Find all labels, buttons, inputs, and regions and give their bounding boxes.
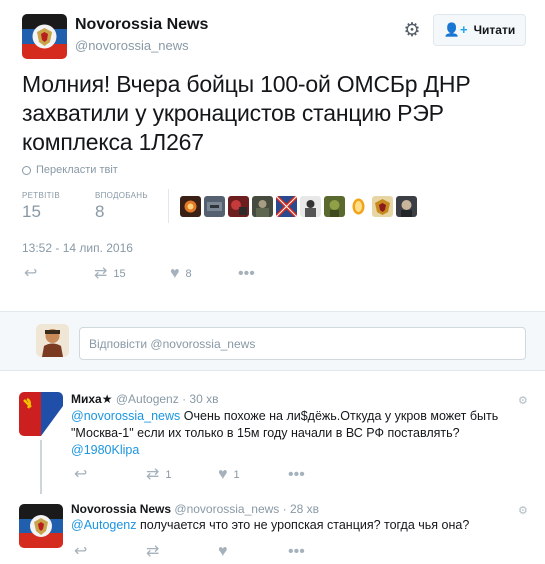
reply-header: Миха★ @Autogenz · 30 хв: [71, 392, 219, 406]
current-user-avatar[interactable]: [36, 324, 69, 357]
retweet-count: 1: [165, 469, 172, 481]
main-tweet: Novorossia News @novorossia_news ⚙ 👤+ Чи…: [0, 0, 545, 310]
reply-author-name[interactable]: Миха★: [71, 392, 112, 406]
thread-line: [40, 440, 42, 494]
like-action[interactable]: ♥: [218, 544, 228, 560]
reply-action[interactable]: ↩: [24, 266, 37, 282]
heart-icon: ♥: [218, 543, 228, 560]
like-action[interactable]: ♥ 1: [218, 467, 240, 483]
add-user-icon: 👤+: [443, 22, 468, 37]
reply-author-handle[interactable]: @novorossia_news: [174, 502, 279, 516]
reply-time[interactable]: 30 хв: [189, 392, 218, 406]
reply-icon: ↩: [74, 543, 88, 560]
liker-avatar[interactable]: [372, 196, 393, 217]
more-action[interactable]: •••: [288, 467, 305, 483]
reply-time[interactable]: 28 хв: [290, 502, 319, 516]
reply-mention[interactable]: @novorossia_news: [71, 409, 180, 423]
translate-link[interactable]: Перекласти твіт: [22, 164, 118, 176]
heart-icon: ♥: [170, 265, 180, 282]
globe-icon: [22, 165, 31, 175]
liker-avatar[interactable]: [180, 196, 201, 217]
liker-avatar[interactable]: [348, 196, 369, 217]
reply-icon: ↩: [74, 466, 88, 483]
likes-label: ВПОДОБАНЬ: [95, 191, 148, 200]
liker-avatar[interactable]: [228, 196, 249, 217]
like-count: 1: [233, 469, 240, 481]
reply-author-avatar[interactable]: [19, 504, 63, 548]
translate-label: Перекласти твіт: [36, 164, 118, 176]
retweet-action[interactable]: ⇄ 15: [94, 266, 126, 282]
retweet-count: 15: [113, 268, 126, 280]
retweet-icon: ⇄: [146, 466, 160, 483]
like-count: 8: [185, 268, 192, 280]
retweet-action[interactable]: ⇄: [146, 544, 159, 560]
reply-author-avatar[interactable]: [19, 392, 63, 436]
reply-action[interactable]: ↩: [74, 467, 87, 483]
retweet-action[interactable]: ⇄ 1: [146, 467, 172, 483]
reply-text: @novorossia_news Очень похоже на ли$дёжь…: [71, 408, 501, 459]
liker-avatar[interactable]: [252, 196, 273, 217]
more-icon: •••: [288, 466, 305, 483]
chevron-down-icon[interactable]: ⚙: [518, 504, 528, 517]
reply-input[interactable]: Відповісти @novorossia_news: [79, 327, 526, 360]
reply-text: @Autogenz получается что это не уропская…: [71, 517, 501, 534]
reply-composer: Відповісти @novorossia_news: [0, 311, 545, 371]
reply-body: получается что это не уропская станция? …: [140, 518, 470, 532]
liker-avatar[interactable]: [300, 196, 321, 217]
more-icon: •••: [288, 543, 305, 560]
liker-avatars: [180, 196, 417, 217]
author-name[interactable]: Novorossia News: [75, 16, 208, 34]
more-action[interactable]: •••: [288, 544, 305, 560]
retweet-icon: ⇄: [146, 543, 160, 560]
gear-icon[interactable]: ⚙: [401, 20, 423, 42]
reply-mention-2[interactable]: @1980Klipa: [71, 443, 139, 457]
reply-mention[interactable]: @Autogenz: [71, 518, 137, 532]
reply-header: Novorossia News @novorossia_news · 28 хв: [71, 502, 320, 516]
chevron-down-icon[interactable]: ⚙: [518, 394, 528, 407]
likes-stat[interactable]: ВПОДОБАНЬ 8: [95, 191, 148, 222]
reply-tweet: Миха★ @Autogenz · 30 хв ⚙ @novorossia_ne…: [0, 382, 545, 494]
more-icon: •••: [238, 265, 255, 282]
liker-avatar[interactable]: [324, 196, 345, 217]
liker-avatar[interactable]: [204, 196, 225, 217]
retweets-count: 15: [22, 202, 41, 221]
follow-label: Читати: [473, 23, 516, 37]
like-action[interactable]: ♥ 8: [170, 266, 192, 282]
retweets-stat[interactable]: РЕТВІТІВ 15: [22, 191, 60, 222]
reply-author-name[interactable]: Novorossia News: [71, 502, 171, 516]
follow-button[interactable]: 👤+ Читати: [433, 14, 526, 46]
reply-author-handle[interactable]: @Autogenz: [116, 392, 179, 406]
more-action[interactable]: •••: [238, 266, 255, 282]
author-avatar[interactable]: [22, 14, 67, 59]
liker-avatar[interactable]: [276, 196, 297, 217]
retweet-icon: ⇄: [94, 265, 108, 282]
tweet-text: Молния! Вчера бойцы 100-ой ОМСБр ДНР зах…: [22, 71, 471, 155]
author-handle[interactable]: @novorossia_news: [75, 38, 189, 53]
heart-icon: ♥: [218, 466, 228, 483]
retweets-label: РЕТВІТІВ: [22, 191, 60, 200]
tweet-timestamp[interactable]: 13:52 - 14 лип. 2016: [22, 241, 133, 255]
stats-divider: [168, 189, 169, 223]
reply-tweet: Novorossia News @novorossia_news · 28 хв…: [0, 494, 545, 564]
reply-action[interactable]: ↩: [74, 544, 87, 560]
liker-avatar[interactable]: [396, 196, 417, 217]
likes-count: 8: [95, 202, 105, 221]
reply-icon: ↩: [24, 265, 38, 282]
